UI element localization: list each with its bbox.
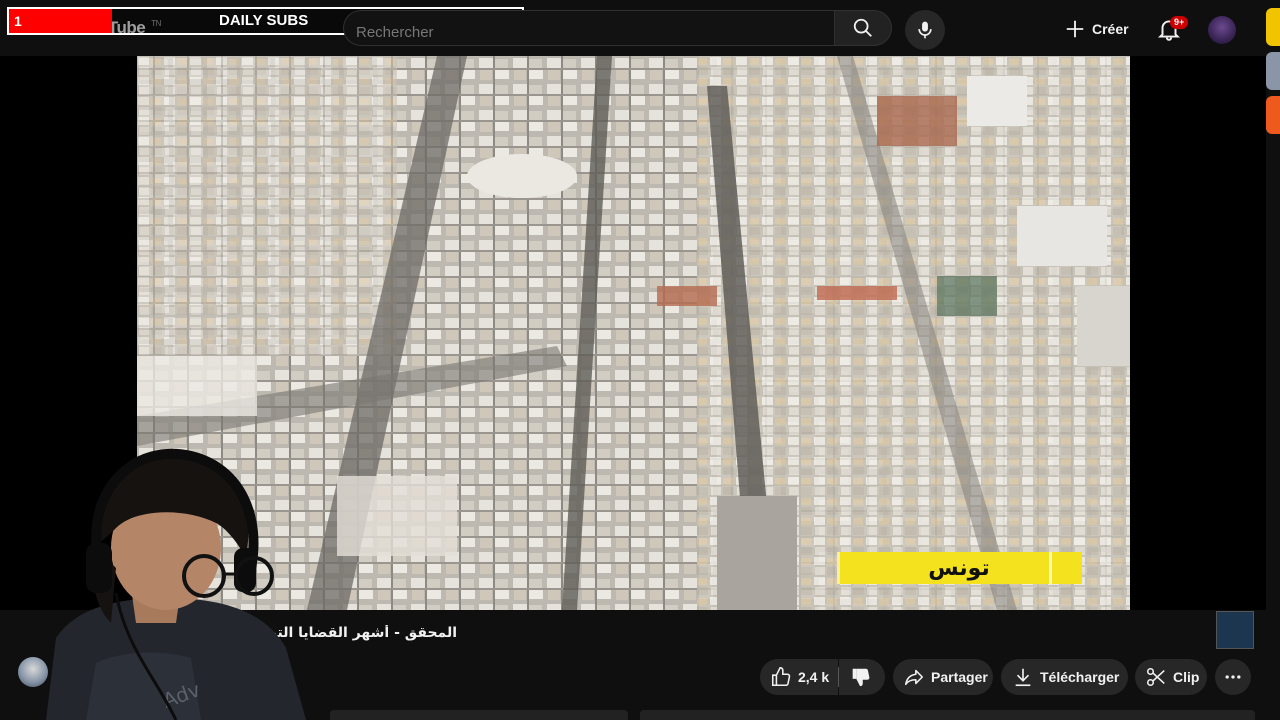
sub-goal-progress: 1 xyxy=(9,9,112,33)
side-tab-gray[interactable] xyxy=(1266,52,1280,90)
microphone-icon xyxy=(918,21,932,39)
download-icon xyxy=(1015,668,1031,687)
download-button[interactable]: Télécharger xyxy=(1001,659,1128,695)
streamer-webcam: Adv xyxy=(46,448,306,720)
side-tab-orange[interactable] xyxy=(1266,96,1280,134)
sub-goal-title: DAILY SUBS xyxy=(219,12,309,29)
city-caption: تونس xyxy=(840,552,1078,584)
side-tab-yellow[interactable] xyxy=(1266,8,1280,46)
thumbs-up-icon xyxy=(771,667,791,687)
top-bar: uTubeTN 1 DAILY SUBS 5 Créer 9+ xyxy=(0,0,1280,134)
share-button[interactable]: Partager xyxy=(893,659,993,695)
scissors-icon xyxy=(1146,667,1165,687)
clip-button[interactable]: Clip xyxy=(1135,659,1207,695)
side-extension-tabs xyxy=(1266,8,1280,140)
account-avatar[interactable] xyxy=(1208,16,1236,44)
search-box xyxy=(343,10,834,49)
more-horizontal-icon xyxy=(1225,675,1241,679)
description-panel-edge xyxy=(330,710,628,720)
channel-watermark[interactable] xyxy=(1216,611,1254,649)
plus-icon xyxy=(1066,20,1084,38)
dislike-button[interactable] xyxy=(839,659,885,695)
search-icon xyxy=(853,18,872,37)
sidebar-panel-edge xyxy=(640,710,1255,720)
create-label: Créer xyxy=(1092,21,1129,37)
like-count: 2,4 k xyxy=(798,669,830,685)
create-button[interactable]: Créer xyxy=(1064,11,1140,47)
sub-goal-current: 1 xyxy=(14,13,22,29)
notifications-badge: 9+ xyxy=(1170,16,1189,29)
caption-right-tab xyxy=(1049,552,1082,584)
clip-label: Clip xyxy=(1173,669,1200,685)
like-button[interactable]: 2,4 k xyxy=(760,659,838,695)
voice-search-button[interactable] xyxy=(905,10,945,50)
thumbs-down-icon xyxy=(852,668,870,687)
search-input[interactable] xyxy=(356,11,506,49)
download-label: Télécharger xyxy=(1040,669,1120,685)
search-button[interactable] xyxy=(834,10,892,46)
share-arrow-icon xyxy=(904,669,924,686)
more-actions-button[interactable] xyxy=(1215,659,1251,695)
share-label: Partager xyxy=(931,669,988,685)
